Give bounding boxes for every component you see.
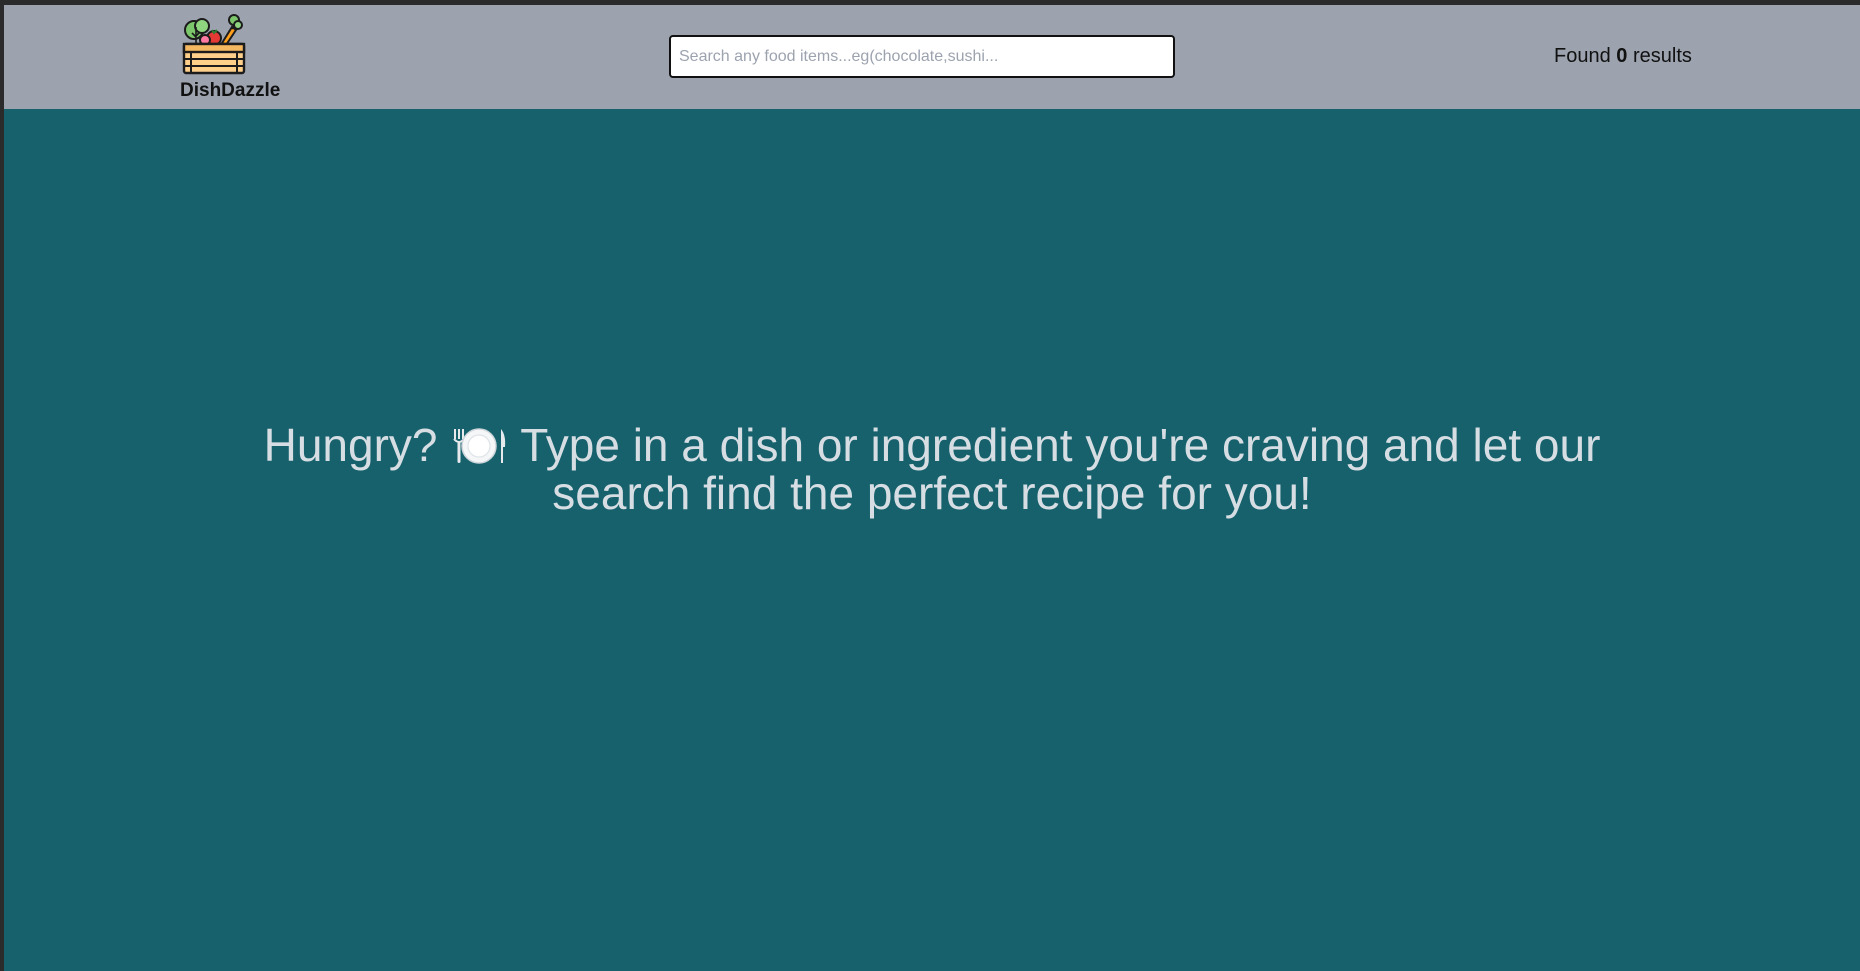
brand[interactable]: DishDazzle bbox=[180, 13, 290, 103]
vegetable-crate-icon bbox=[182, 14, 246, 75]
results-suffix: results bbox=[1632, 45, 1692, 67]
plate-with-cutlery-icon bbox=[453, 428, 506, 464]
brand-name: DishDazzle bbox=[180, 80, 281, 101]
results-count-text: Found 0 results bbox=[1554, 45, 1692, 68]
hero-text: Type in a dish or ingredient you're crav… bbox=[520, 419, 1601, 519]
results-count: 0 bbox=[1616, 45, 1628, 67]
results-prefix: Found bbox=[1554, 45, 1611, 67]
app-frame: DishDazzle Found 0 results Hungry? Type … bbox=[4, 5, 1860, 971]
empty-state-message: Hungry? Type in a dish or ingredient you… bbox=[204, 421, 1660, 517]
hero-lead: Hungry? bbox=[263, 419, 438, 471]
search-input[interactable] bbox=[669, 35, 1175, 78]
navbar: DishDazzle Found 0 results bbox=[4, 5, 1860, 109]
